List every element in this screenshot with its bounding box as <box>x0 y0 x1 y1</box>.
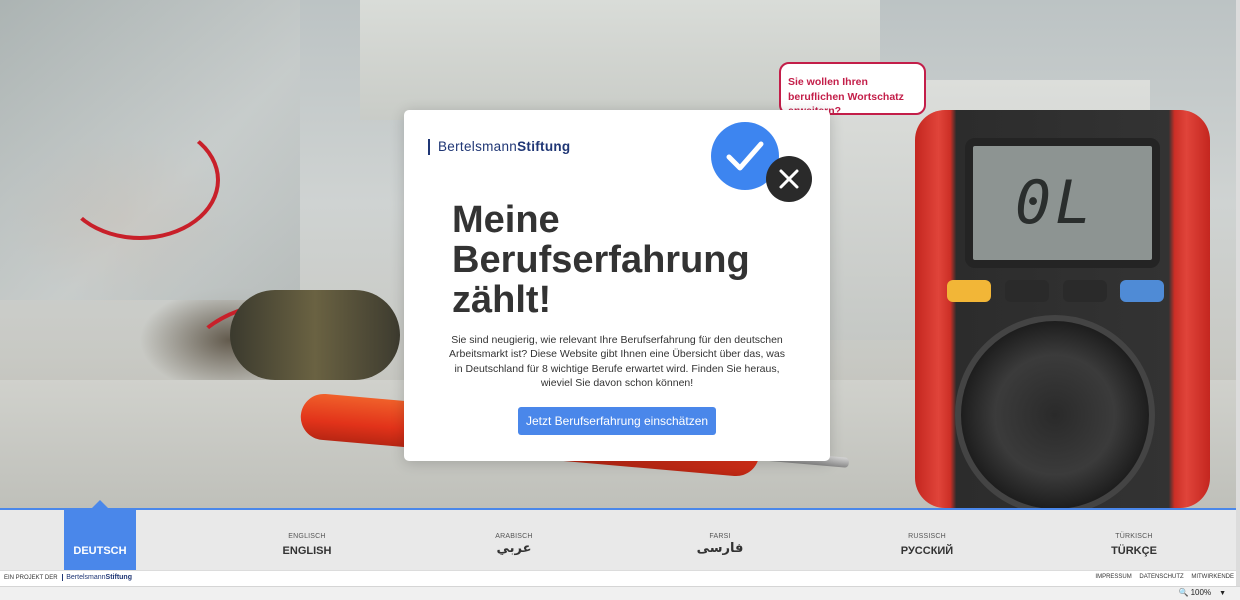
language-sub-label: ENGLISCH <box>288 533 326 540</box>
start-assessment-button[interactable]: Jetzt Berufserfahrung einschätzen <box>518 407 716 435</box>
multimeter-button <box>1120 280 1164 302</box>
multimeter-dial <box>955 315 1155 508</box>
brand-logo-light: Bertelsmann <box>438 139 518 154</box>
language-tab-farsi[interactable]: FARSI فارسی <box>660 532 780 555</box>
zoom-control[interactable]: 🔍 100% ▼ <box>1179 588 1226 597</box>
language-sub-label: FARSI <box>709 533 731 540</box>
scrollbar[interactable] <box>1236 0 1240 586</box>
language-label: РУССКИЙ <box>900 545 954 557</box>
multimeter-button <box>1005 280 1049 302</box>
intro-description: Sie sind neugierig, wie relevant Ihre Be… <box>449 334 785 389</box>
brand-logo-bold: Stiftung <box>517 139 571 154</box>
browser-status-bar: 🔍 100% ▼ <box>0 586 1240 600</box>
zoom-level: 100% <box>1190 588 1212 597</box>
brand-logo: BertelsmannStiftung <box>428 139 570 155</box>
footer-link-datenschutz[interactable]: DATENSCHUTZ <box>1139 574 1183 580</box>
multimeter-button <box>1063 280 1107 302</box>
language-sub-label: RUSSISCH <box>908 533 946 540</box>
language-tab-russian[interactable]: RUSSISCH РУССКИЙ <box>867 532 987 557</box>
language-label: فارسی <box>696 541 744 556</box>
language-tab-turkish[interactable]: TÜRKISCH TÜRKÇE <box>1074 532 1194 557</box>
language-tab-english[interactable]: ENGLISCH ENGLISH <box>247 532 367 557</box>
footer-brand-bold: Stiftung <box>105 574 132 581</box>
project-credit-text: EIN PROJEKT DER <box>4 575 58 581</box>
footer-brand-light: Bertelsmann <box>66 574 106 581</box>
close-icon[interactable] <box>766 156 812 202</box>
project-credit: EIN PROJEKT DER BertelsmannStiftung <box>4 574 132 581</box>
background-cable <box>60 120 220 240</box>
language-label: عربي <box>496 541 532 556</box>
footer-links: IMPRESSUM DATENSCHUTZ MITWIRKENDE <box>1089 574 1234 580</box>
footer-link-mitwirkende[interactable]: MITWIRKENDE <box>1191 574 1234 580</box>
language-label: DEUTSCH <box>73 545 127 557</box>
language-label: ENGLISH <box>282 545 332 557</box>
multimeter-display: 0L <box>965 138 1160 268</box>
active-language-indicator <box>92 500 108 508</box>
background-motor <box>230 290 400 380</box>
footer-brand-logo[interactable]: BertelsmannStiftung <box>62 574 132 581</box>
language-tab-arabic[interactable]: ARABISCH عربي <box>454 532 574 555</box>
multimeter-reading: 0L <box>1015 168 1096 238</box>
footer-link-impressum[interactable]: IMPRESSUM <box>1095 574 1131 580</box>
background-multimeter: 0L <box>915 110 1210 508</box>
footer: EIN PROJEKT DER BertelsmannStiftung IMPR… <box>0 570 1240 586</box>
language-tab-deutsch[interactable]: DEUTSCH <box>64 510 136 572</box>
language-sub-label: TÜRKISCH <box>1115 533 1153 540</box>
multimeter-button <box>947 280 991 302</box>
language-label: TÜRKÇE <box>1111 545 1157 557</box>
zoom-icon: 🔍 <box>1178 588 1189 597</box>
language-sub-label: ARABISCH <box>495 533 533 540</box>
page-title: Meine Berufserfahrung zählt! <box>452 199 750 321</box>
vocabulary-bubble[interactable]: Sie wollen Ihren beruflichen Wortschatz … <box>779 62 926 117</box>
language-bar: DEUTSCH ENGLISCH ENGLISH ARABISCH عربي F… <box>0 508 1240 572</box>
chevron-down-icon: ▼ <box>1219 590 1226 597</box>
